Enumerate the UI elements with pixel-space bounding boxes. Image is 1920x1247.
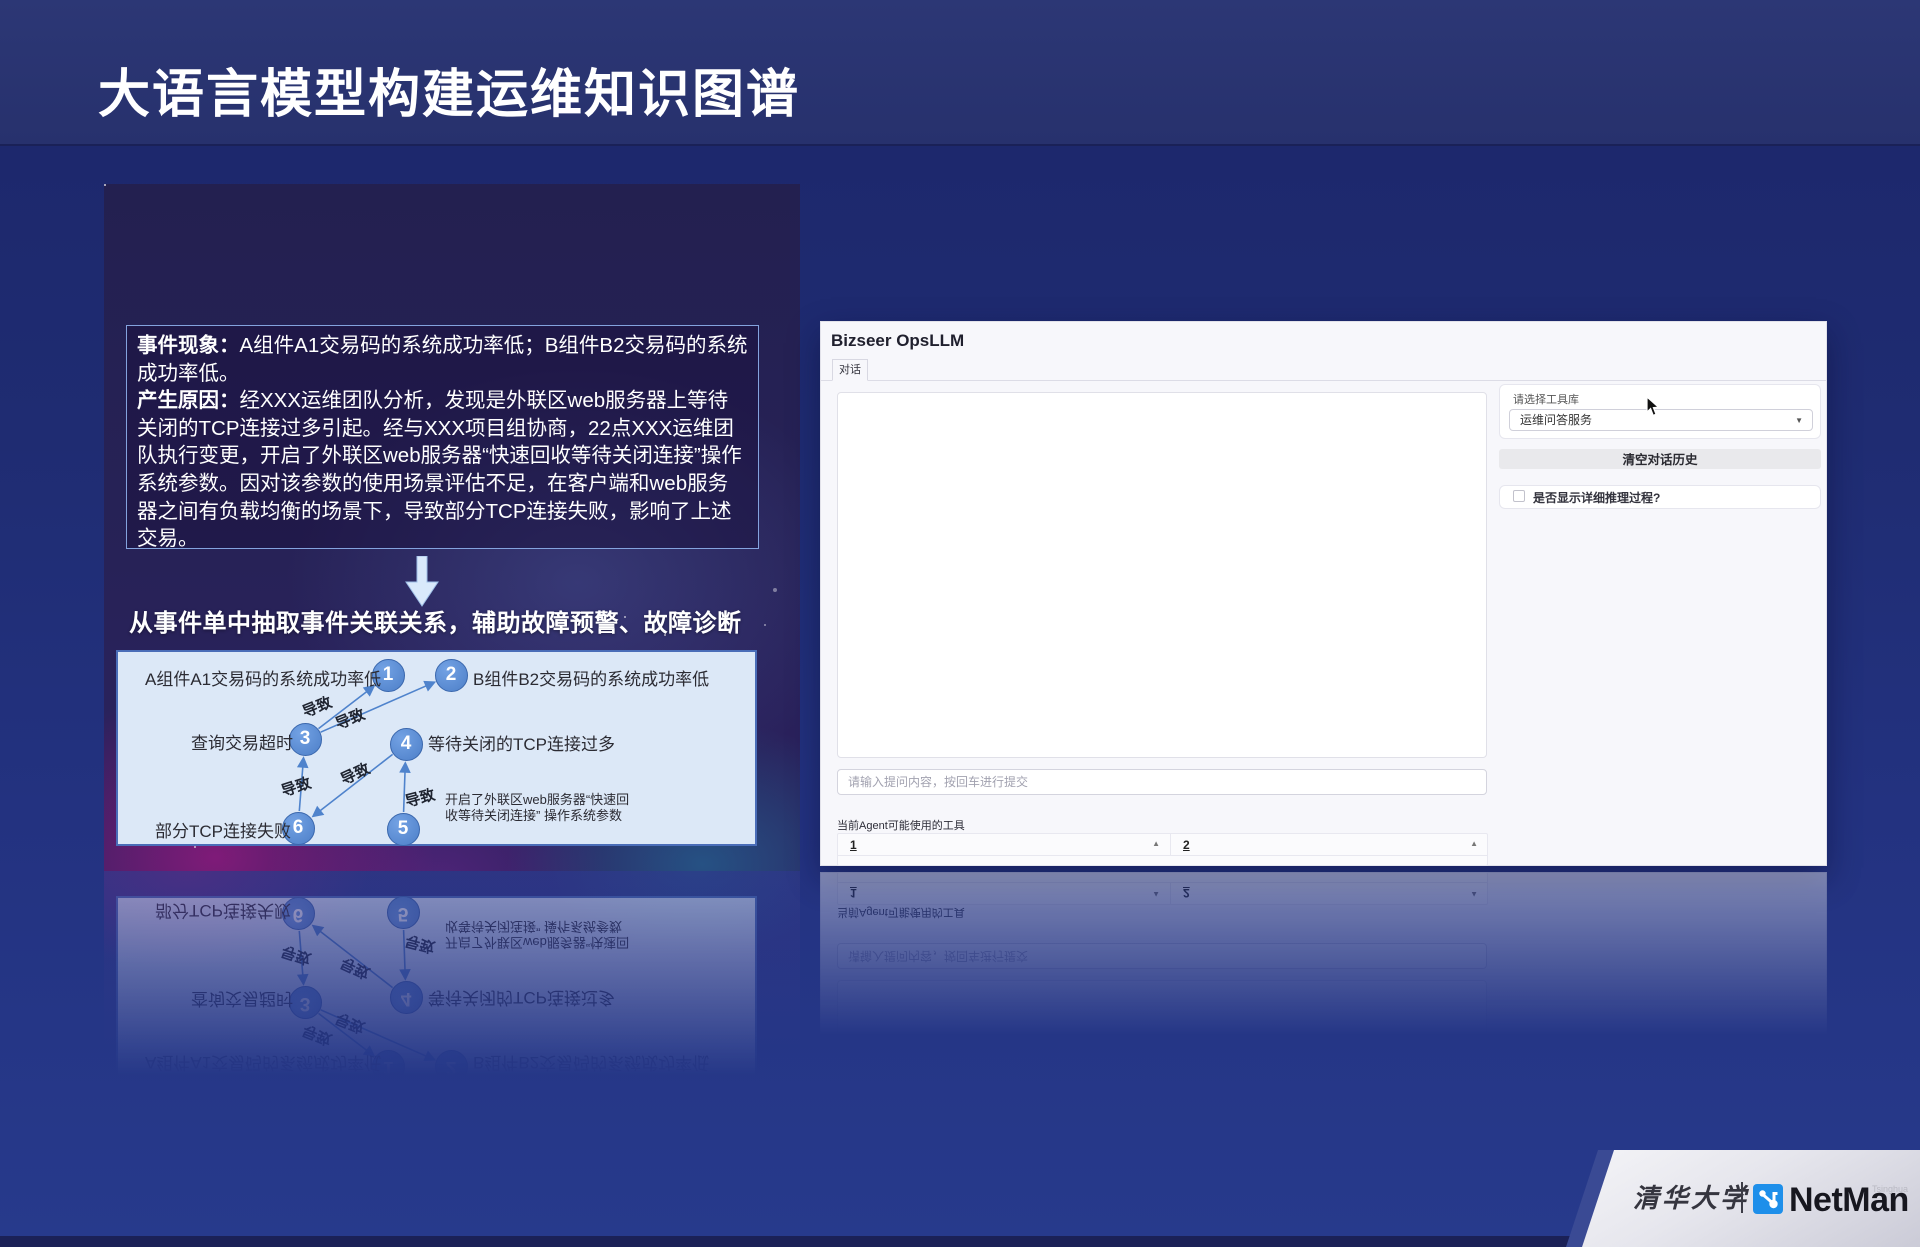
incident-card: 事件现象：A组件A1交易码的系统成功率低；B组件B2交易码的系统成功率低。 产生… bbox=[126, 325, 759, 549]
down-arrow-shape bbox=[406, 556, 438, 606]
prompt-input[interactable] bbox=[837, 769, 1487, 795]
netman-logo-icon bbox=[1753, 1184, 1783, 1214]
node-4-number: 4 bbox=[401, 733, 412, 755]
tool-accordion-2[interactable]: 2 ▲ bbox=[1171, 834, 1488, 856]
tsinghua-university-logo: 清华大学 bbox=[1633, 1178, 1749, 1215]
texture-reflection-glow bbox=[104, 871, 800, 1121]
node-2-label: B组件B2交易码的系统成功率低 bbox=[473, 665, 709, 690]
causal-graph-card: 1 2 3 4 5 6 A组件A1交易码的系统成功率低 B组件B2交易码的系统成… bbox=[116, 650, 757, 846]
node-5-number: 5 bbox=[398, 818, 409, 840]
slide-header: 大语言模型构建运维知识图谱 bbox=[0, 0, 1920, 146]
reflection-tool-accordion-2-label: 2 bbox=[1183, 886, 1190, 900]
mouse-cursor-icon bbox=[1646, 396, 1662, 418]
tool-accordion-1-label: 1 bbox=[850, 838, 857, 852]
agent-tools-accordion: 1 ▲ 2 ▲ bbox=[837, 833, 1488, 866]
cause-label: 产生原因： bbox=[137, 389, 240, 412]
sparkles-decoration bbox=[104, 184, 106, 186]
tab-row-divider bbox=[821, 380, 1826, 381]
node-6-label: 部分TCP连接失败 bbox=[155, 817, 291, 842]
down-arrow-icon bbox=[404, 556, 440, 608]
footer-divider bbox=[1741, 1182, 1743, 1213]
opsllm-app-window: Bizseer OpsLLM 对话 请选择工具库 运维问答服务 ▼ 清空对话历史… bbox=[820, 321, 1827, 866]
node-1-number: 1 bbox=[383, 664, 394, 686]
node-4-label: 等待关闭的TCP连接过多 bbox=[428, 730, 615, 755]
reflection-agent-tools-accordion: 1 ▲ 2 ▲ bbox=[837, 872, 1488, 905]
reflection-tool-accordion-1: 1 ▲ bbox=[838, 882, 1171, 904]
slide-title: 大语言模型构建运维知识图谱 bbox=[98, 52, 800, 127]
reflection-tool-accordion-2: 2 ▲ bbox=[1171, 882, 1488, 904]
chevron-up-icon: ▲ bbox=[1470, 839, 1478, 848]
graph-node-2: 2 bbox=[435, 659, 468, 692]
node-6-number: 6 bbox=[293, 817, 304, 839]
node-3-number: 3 bbox=[300, 728, 311, 750]
app-title: Bizseer OpsLLM bbox=[831, 331, 964, 351]
show-reasoning-label: 是否显示详细推理过程? bbox=[1533, 489, 1660, 506]
chevron-up-icon: ▲ bbox=[1152, 839, 1160, 848]
extract-heading: 从事件单中抽取事件关联关系，辅助故障预警、故障诊断 bbox=[129, 603, 742, 638]
tab-dialogue[interactable]: 对话 bbox=[832, 359, 868, 381]
phenomenon-label: 事件现象： bbox=[137, 334, 240, 357]
graph-node-3: 3 bbox=[289, 723, 322, 756]
reflection-chevron-up-icon: ▲ bbox=[1152, 890, 1160, 899]
node-2-number: 2 bbox=[446, 664, 457, 686]
clear-history-button[interactable]: 清空对话历史 bbox=[1499, 449, 1821, 469]
cursor-arrow-shape bbox=[1647, 397, 1658, 415]
reflection-chevron-up-icon: ▲ bbox=[1470, 890, 1478, 899]
edge-3-2-arrowhead bbox=[425, 682, 435, 690]
chat-history-area bbox=[837, 392, 1487, 758]
node-1-label: A组件A1交易码的系统成功率低 bbox=[145, 665, 381, 690]
edge-6-3-arrowhead bbox=[298, 758, 307, 767]
chevron-down-icon: ▼ bbox=[1795, 410, 1803, 431]
reflection-chat-history-area bbox=[837, 980, 1487, 1247]
node-5-label: 开启了外联区web服务器“快速回收等待关闭连接” 操作系统参数 bbox=[445, 792, 637, 824]
show-reasoning-checkbox[interactable] bbox=[1513, 490, 1525, 502]
node-3-label: 查询交易超时 bbox=[191, 729, 293, 754]
agent-tools-label: 当前Agent可能使用的工具 bbox=[837, 817, 965, 833]
reflection-agent-tools-label: 当前Agent可能使用的工具 bbox=[837, 905, 965, 921]
tool-select-label: 请选择工具库 bbox=[1513, 391, 1579, 407]
cause-text: 经XXX运维团队分析，发现是外联区web服务器上等待关闭的TCP连接过多引起。经… bbox=[137, 389, 742, 550]
netman-tsinghua-superscript: Tsinghua bbox=[1872, 1184, 1908, 1194]
slide-canvas: 大语言模型构建运维知识图谱 事件现象：A组件A1交易码的系统成功率低；B组件B2… bbox=[0, 0, 1920, 1247]
tool-accordion-1[interactable]: 1 ▲ bbox=[838, 834, 1171, 856]
reflection-prompt-input bbox=[837, 943, 1487, 969]
edge-5-4-arrowhead bbox=[401, 763, 410, 772]
incident-phenomenon: 事件现象：A组件A1交易码的系统成功率低；B组件B2交易码的系统成功率低。 bbox=[137, 332, 748, 387]
tool-accordion-2-label: 2 bbox=[1183, 838, 1190, 852]
reflection-tool-accordion-1-label: 1 bbox=[850, 886, 857, 900]
incident-cause: 产生原因：经XXX运维团队分析，发现是外联区web服务器上等待关闭的TCP连接过… bbox=[137, 387, 748, 553]
graph-node-4: 4 bbox=[390, 728, 423, 761]
tool-select-value: 运维问答服务 bbox=[1520, 413, 1592, 427]
graph-node-5: 5 bbox=[387, 813, 420, 846]
edge-4-6-arrowhead bbox=[313, 807, 323, 816]
